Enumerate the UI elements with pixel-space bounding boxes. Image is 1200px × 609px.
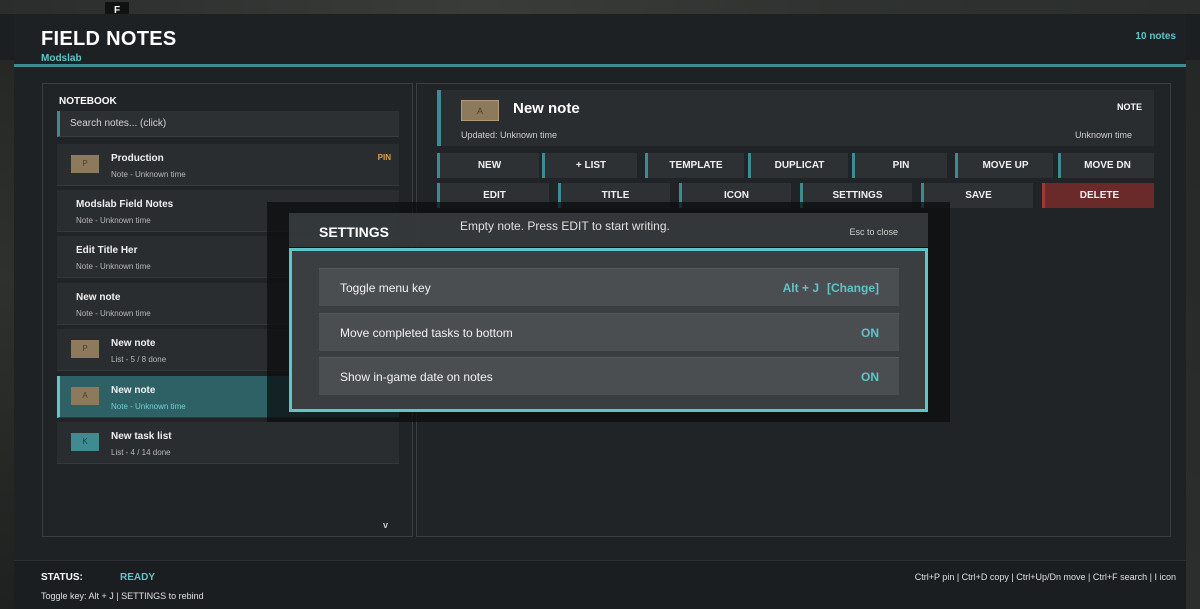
note-list-item[interactable]: K New task list List - 4 / 14 done bbox=[57, 422, 399, 464]
delete-button[interactable]: DELETE bbox=[1042, 183, 1154, 208]
note-list-item[interactable]: P Production Note - Unknown time PIN bbox=[57, 144, 399, 186]
settings-dialog-body: Toggle menu key Alt + J [Change] Move com… bbox=[289, 248, 928, 412]
empty-note-message: Empty note. Press EDIT to start writing. bbox=[460, 219, 670, 233]
change-keybind-link[interactable]: [Change] bbox=[827, 281, 879, 295]
notebook-label: NOTEBOOK bbox=[59, 96, 117, 107]
app-subtitle: Modslab bbox=[41, 53, 82, 64]
pin-badge: PIN bbox=[377, 153, 391, 162]
shortcut-hints: Ctrl+P pin | Ctrl+D copy | Ctrl+Up/Dn mo… bbox=[914, 572, 1176, 582]
note-item-title: New note bbox=[111, 385, 156, 396]
note-item-title: Production bbox=[111, 153, 164, 164]
game-background-right bbox=[1186, 60, 1200, 609]
duplicate-button[interactable]: DUPLICAT bbox=[748, 153, 848, 178]
setting-label: Show in-game date on notes bbox=[340, 370, 493, 384]
note-item-subtitle: Note - Unknown time bbox=[76, 216, 151, 225]
new-list-button[interactable]: + LIST bbox=[542, 153, 637, 178]
note-item-subtitle: Note - Unknown time bbox=[111, 170, 186, 179]
note-icon: A bbox=[71, 387, 99, 405]
game-background-left bbox=[0, 60, 14, 609]
note-item-subtitle: Note - Unknown time bbox=[76, 309, 151, 318]
new-button[interactable]: NEW bbox=[437, 153, 539, 178]
settings-close-hint[interactable]: Esc to close bbox=[849, 227, 898, 237]
setting-label: Move completed tasks to bottom bbox=[340, 326, 513, 340]
note-item-subtitle: Note - Unknown time bbox=[111, 402, 186, 411]
note-type-badge: NOTE bbox=[1116, 102, 1142, 112]
scroll-down-icon[interactable]: v bbox=[383, 520, 388, 530]
note-item-subtitle: List - 5 / 8 done bbox=[111, 355, 167, 364]
setting-label: Toggle menu key bbox=[340, 281, 431, 295]
status-value: READY bbox=[120, 572, 156, 583]
app-title: FIELD NOTES bbox=[41, 28, 177, 50]
note-item-title: New note bbox=[76, 292, 121, 303]
note-count: 10 notes bbox=[1135, 31, 1176, 42]
note-item-subtitle: Note - Unknown time bbox=[76, 262, 151, 271]
setting-show-ingame-date[interactable]: Show in-game date on notes ON bbox=[319, 357, 899, 395]
note-item-title: Modslab Field Notes bbox=[76, 199, 174, 210]
settings-dialog-title: SETTINGS bbox=[319, 224, 390, 240]
note-updated: Updated: Unknown time bbox=[461, 130, 558, 140]
note-item-title: New task list bbox=[111, 431, 172, 442]
keybind-value: Alt + J bbox=[782, 281, 819, 295]
note-item-title: New note bbox=[111, 338, 156, 349]
note-header-icon[interactable]: A bbox=[461, 100, 499, 121]
move-down-button[interactable]: MOVE DN bbox=[1058, 153, 1154, 178]
setting-move-completed-tasks[interactable]: Move completed tasks to bottom ON bbox=[319, 313, 899, 351]
search-input[interactable]: Search notes... (click) bbox=[57, 111, 399, 137]
note-icon: K bbox=[71, 433, 99, 451]
setting-toggle-menu-key[interactable]: Toggle menu key Alt + J [Change] bbox=[319, 268, 899, 306]
note-title: New note bbox=[513, 100, 580, 117]
setting-toggle[interactable]: ON bbox=[861, 370, 879, 384]
status-hint: Toggle key: Alt + J | SETTINGS to rebind bbox=[41, 591, 204, 601]
game-background-strip bbox=[0, 0, 1200, 14]
template-button[interactable]: TEMPLATE bbox=[645, 153, 744, 178]
note-item-title: Edit Title Her bbox=[76, 245, 138, 256]
app-header: FIELD NOTES Modslab 10 notes bbox=[14, 14, 1186, 64]
note-header: A New note NOTE Updated: Unknown time Un… bbox=[437, 90, 1154, 146]
setting-value: Alt + J [Change] bbox=[783, 281, 879, 295]
note-time: Unknown time bbox=[1074, 130, 1132, 140]
pin-button[interactable]: PIN bbox=[852, 153, 947, 178]
note-icon: P bbox=[71, 340, 99, 358]
move-up-button[interactable]: MOVE UP bbox=[955, 153, 1053, 178]
status-label: STATUS: bbox=[41, 572, 83, 583]
note-item-subtitle: List - 4 / 14 done bbox=[111, 448, 171, 457]
setting-toggle[interactable]: ON bbox=[861, 326, 879, 340]
status-bar: STATUS: READY Toggle key: Alt + J | SETT… bbox=[14, 560, 1186, 609]
note-icon: P bbox=[71, 155, 99, 173]
